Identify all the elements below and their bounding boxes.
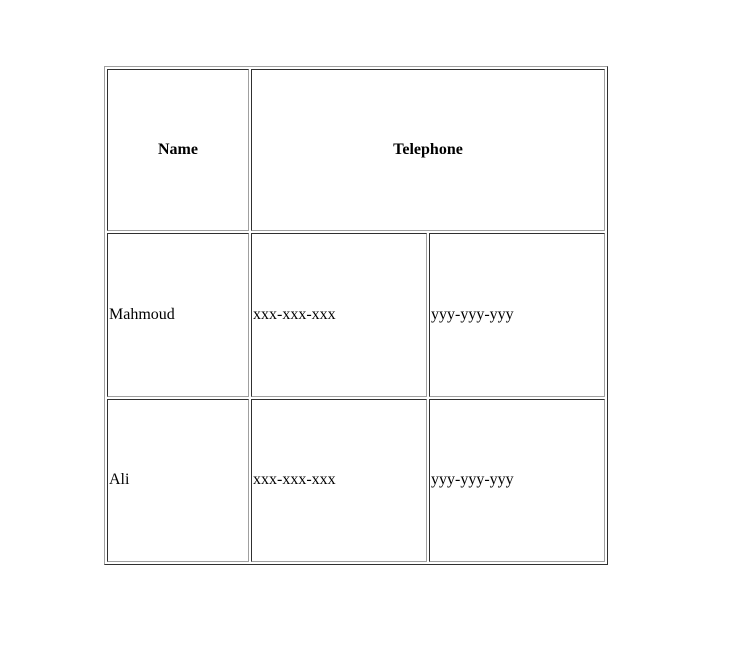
cell-name: Ali bbox=[107, 398, 249, 562]
cell-phone-2: yyy-yyy-yyy bbox=[429, 398, 605, 562]
cell-phone-1: xxx-xxx-xxx bbox=[251, 233, 427, 397]
cell-name: Mahmoud bbox=[107, 233, 249, 397]
cell-phone-2: yyy-yyy-yyy bbox=[429, 233, 605, 397]
table-row: Mahmoud xxx-xxx-xxx yyy-yyy-yyy bbox=[107, 233, 605, 397]
cell-phone-1: xxx-xxx-xxx bbox=[251, 398, 427, 562]
contacts-table: Name Telephone Mahmoud xxx-xxx-xxx yyy-y… bbox=[104, 66, 608, 565]
table-header-row: Name Telephone bbox=[107, 69, 605, 232]
header-name: Name bbox=[107, 69, 249, 232]
table-row: Ali xxx-xxx-xxx yyy-yyy-yyy bbox=[107, 398, 605, 562]
header-telephone: Telephone bbox=[251, 69, 605, 232]
